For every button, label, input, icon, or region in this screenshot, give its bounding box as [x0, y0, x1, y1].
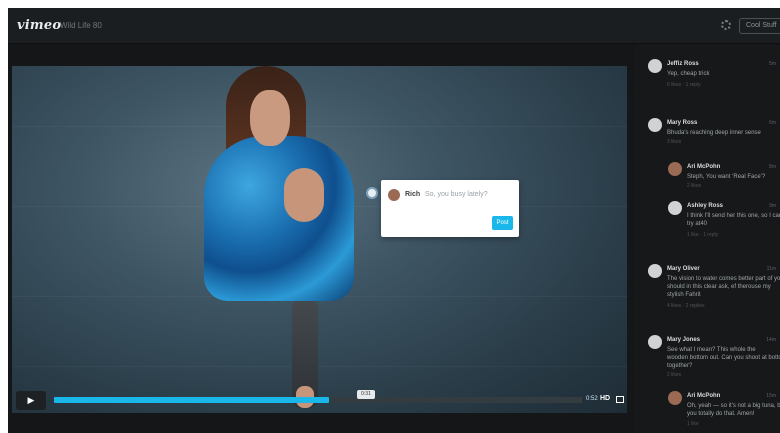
comment-author[interactable]: Ari McPohn — [687, 393, 720, 399]
comment-author[interactable]: Jeffiz Ross — [667, 61, 699, 67]
comment-time: 14m — [766, 337, 776, 343]
comment-time: 8m — [769, 164, 776, 170]
comment-reply: Ashley Ross 9m I think I'll send her thi… — [668, 201, 780, 245]
comment-text: See what I mean? This whole the — [667, 347, 756, 353]
annotation-input[interactable]: So, you busy lately? — [425, 191, 488, 198]
comment-item: Mary Ross 6m Bhuda's reaching deep inner… — [648, 118, 776, 148]
progress-bar[interactable]: 0:31 — [54, 390, 582, 403]
comment-author[interactable]: Ashley Ross — [687, 203, 723, 209]
comment-author[interactable]: Mary Jones — [667, 337, 700, 343]
fullscreen-icon[interactable] — [616, 396, 624, 403]
comment-text: wooden bottom out. Can you shoot at bott… — [667, 355, 780, 361]
comment-text: Oh, yeah — so it's not a big tuna, but — [687, 403, 780, 409]
avatar — [388, 189, 400, 201]
progress-fill — [54, 397, 329, 403]
annotation-marker[interactable] — [366, 187, 378, 199]
avatar — [648, 335, 662, 349]
figure-shirt — [204, 136, 354, 301]
annotation-author: Rich — [405, 191, 421, 198]
comment-item: Mary Jones 14m See what I mean? This who… — [648, 335, 780, 379]
figure-face — [250, 90, 290, 146]
comment-meta[interactable]: 5 likes · 1 reply — [667, 82, 701, 88]
comment-meta[interactable]: 4 likes · 2 replies — [667, 303, 705, 309]
comment-text: I think I'll send her this one, so I can — [687, 213, 780, 219]
comment-reply: Ari McPohn 15m Oh, yeah — so it's not a … — [668, 391, 780, 429]
gear-icon[interactable] — [721, 20, 731, 30]
avatar — [668, 391, 682, 405]
playhead[interactable]: 0:31 — [357, 390, 375, 399]
figure-hands — [284, 168, 324, 222]
hd-button[interactable]: HD — [600, 395, 610, 402]
comment-text: you totally do that. Amen! — [687, 411, 755, 417]
comment-meta[interactable]: 1 like · 1 reply — [687, 232, 718, 238]
comment-reply: Ari McPohn 8m Steph, You want ‘Real Face… — [668, 162, 776, 192]
app-window: vimeo Wild Life 80 Cool Stuff Rich So, y… — [8, 8, 780, 433]
annotation-comment-box: Rich So, you busy lately? Post — [381, 180, 519, 237]
top-menu-button[interactable]: Cool Stuff — [739, 18, 780, 34]
comment-text: Yep, cheap trick — [667, 71, 710, 77]
video-title: Wild Life 80 — [60, 21, 102, 30]
avatar — [668, 162, 682, 176]
player-controls: ▶ 0:31 0:52 HD — [12, 390, 627, 413]
comment-text: should in this clear ask, ef therouse my — [667, 284, 771, 290]
comment-author[interactable]: Mary Ross — [667, 120, 697, 126]
comment-meta[interactable]: 1 like — [687, 421, 699, 427]
comment-text: together? — [667, 363, 693, 369]
comment-text: Bhuda's reaching deep inner sense — [667, 130, 761, 136]
comment-item: Jeffiz Ross 5m Yep, cheap trick 5 likes … — [648, 59, 776, 99]
avatar — [668, 201, 682, 215]
comment-text: The vision to water comes better part of… — [667, 276, 780, 282]
vimeo-logo[interactable]: vimeo — [17, 18, 61, 33]
video-frame-woman — [192, 66, 362, 413]
comment-time: 5m — [769, 61, 776, 67]
video-player[interactable]: Rich So, you busy lately? Post — [12, 66, 627, 413]
comment-author[interactable]: Ari McPohn — [687, 164, 720, 170]
comment-meta[interactable]: 3 likes — [667, 139, 681, 145]
comment-author[interactable]: Mary Oliver — [667, 266, 700, 272]
comment-time: 11m — [766, 266, 776, 272]
time-display: 0:52 — [586, 396, 598, 402]
post-button[interactable]: Post — [492, 216, 513, 230]
avatar — [648, 264, 662, 278]
comment-time: 15m — [766, 393, 776, 399]
comment-text: Steph, You want ‘Real Face’? — [687, 174, 766, 180]
comment-time: 9m — [769, 203, 776, 209]
comment-meta[interactable]: 2 likes — [667, 372, 681, 378]
comment-meta[interactable]: 2 likes — [687, 183, 701, 189]
avatar — [648, 118, 662, 132]
comment-text: stylish Fahrit — [667, 292, 701, 298]
avatar — [648, 59, 662, 73]
play-button[interactable]: ▶ — [16, 391, 46, 410]
comments-sidebar: Jeffiz Ross 5m Yep, cheap trick 5 likes … — [635, 45, 780, 433]
comment-time: 6m — [769, 120, 776, 126]
comment-text: try at40 — [687, 221, 708, 227]
top-bar: vimeo Wild Life 80 Cool Stuff — [8, 8, 780, 44]
comment-item: Mary Oliver 11m The vision to water come… — [648, 264, 780, 314]
